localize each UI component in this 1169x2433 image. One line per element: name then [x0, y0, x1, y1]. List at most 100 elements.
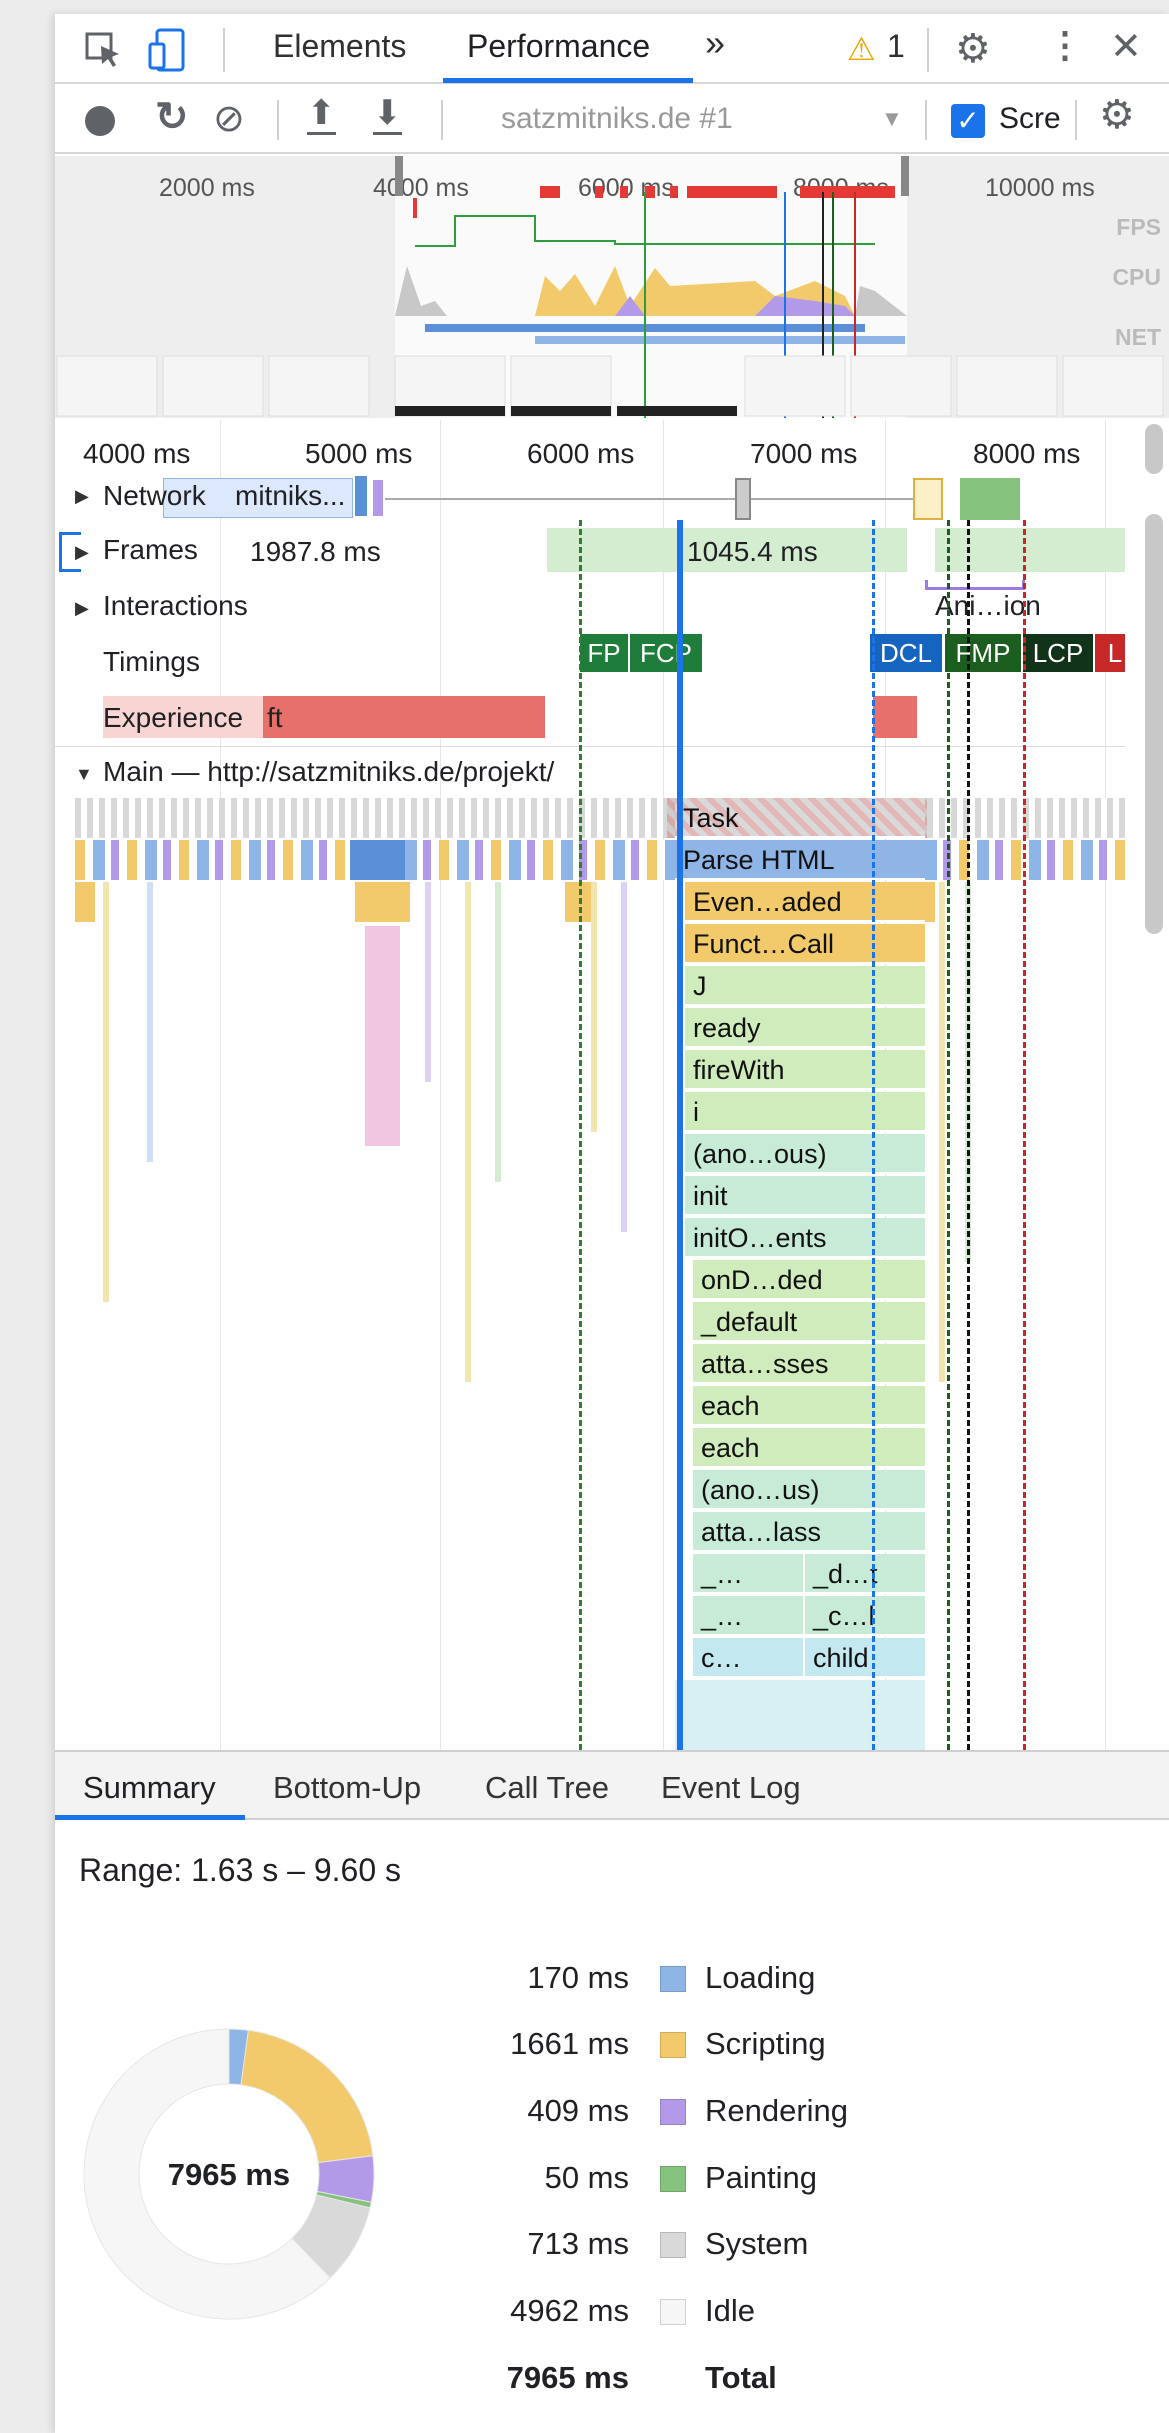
flame-chart[interactable]: 4000 ms 5000 ms 6000 ms 7000 ms 8000 ms …	[55, 420, 1125, 1750]
interactions-track-label[interactable]: Interactions	[103, 590, 248, 622]
frame-duration[interactable]: 1045.4 ms	[687, 536, 818, 568]
call-frame[interactable]: (ano…ous)	[685, 1134, 925, 1174]
tab-performance[interactable]: Performance	[467, 28, 650, 65]
call-frame[interactable]: Parse HTML	[675, 840, 925, 880]
details-tab-bar: Summary Bottom-Up Call Tree Event Log	[55, 1750, 1169, 1820]
main-track-scrollbar[interactable]	[1145, 514, 1163, 934]
legend-name: System	[705, 2226, 809, 2261]
playhead-marker[interactable]	[677, 520, 683, 1750]
more-options-icon[interactable]: ⋮	[1047, 24, 1083, 66]
active-details-tab-indicator	[55, 1815, 245, 1820]
legend-value: 50 ms	[544, 2160, 629, 2195]
warning-count[interactable]: 1	[887, 28, 905, 65]
painting-swatch	[660, 2166, 686, 2192]
expand-interactions-icon[interactable]: ▶	[75, 598, 89, 619]
call-frame[interactable]: ready	[685, 1008, 925, 1048]
legend-name: Painting	[705, 2160, 818, 2195]
call-frame[interactable]: _default	[693, 1302, 925, 1342]
tab-summary[interactable]: Summary	[83, 1770, 216, 1806]
load-profile-icon[interactable]: ⬆	[307, 94, 336, 135]
experience-track-label[interactable]: Experience	[103, 702, 243, 734]
tab-event-log[interactable]: Event Log	[661, 1770, 801, 1806]
lcp-marker[interactable]: LCP	[1023, 634, 1093, 672]
legend-row-scripting: 1661 ms Scripting	[55, 2026, 1169, 2066]
flame-chart-scrollbar[interactable]	[1145, 424, 1163, 474]
rendering-swatch	[660, 2099, 686, 2125]
main-thread-label[interactable]: Main — http://satzmitniks.de/projekt/	[103, 756, 554, 788]
legend-row-loading: 170 ms Loading	[55, 1960, 1169, 2000]
legend-row-system: 713 ms System	[55, 2226, 1169, 2266]
screenshots-checkbox[interactable]: ✓	[951, 104, 985, 138]
call-frame[interactable]: Even…aded	[685, 882, 925, 922]
inspect-element-icon[interactable]	[83, 30, 123, 70]
fmp-marker[interactable]: FMP	[945, 634, 1021, 672]
device-toolbar-icon[interactable]	[147, 28, 191, 72]
collapse-main-icon[interactable]: ▼	[75, 764, 93, 785]
fcp-marker[interactable]: FCP	[630, 634, 702, 672]
call-frame[interactable]: _…	[693, 1554, 803, 1594]
frames-track-label[interactable]: Frames	[103, 534, 198, 566]
call-frame[interactable]: initO…ents	[685, 1218, 925, 1258]
ruler-tick: 5000 ms	[305, 438, 413, 469]
call-frame[interactable]: onD…ded	[693, 1260, 925, 1300]
network-request-label: mitniks...	[235, 480, 346, 511]
legend-total-value: 7965 ms	[506, 2360, 629, 2395]
chevron-down-icon[interactable]: ▼	[881, 106, 903, 132]
legend-row-rendering: 409 ms Rendering	[55, 2093, 1169, 2133]
call-frame[interactable]: J	[685, 966, 925, 1006]
call-frame[interactable]: Funct…Call	[685, 924, 925, 964]
recording-select[interactable]: satzmitniks.de #1	[501, 102, 733, 136]
call-frame[interactable]: c…	[693, 1638, 803, 1678]
capture-settings-gear-icon[interactable]: ⚙	[1099, 92, 1135, 138]
network-track-label[interactable]: Network	[103, 480, 206, 512]
expand-network-icon[interactable]: ▶	[75, 486, 89, 507]
legend-name: Scripting	[705, 2026, 826, 2061]
legend-name: Idle	[705, 2293, 755, 2328]
call-frame[interactable]: _c…l	[805, 1596, 925, 1636]
legend-value: 409 ms	[527, 2093, 629, 2128]
record-button[interactable]	[85, 106, 115, 136]
overview-graphs	[56, 156, 1164, 418]
layout-shift-label: ft	[267, 702, 283, 733]
call-frame[interactable]: each	[693, 1386, 925, 1426]
more-tabs-button[interactable]: »	[705, 22, 725, 64]
performance-toolbar: ↻ ⊘ ⬆ ⬇ satzmitniks.de #1 ▼ ✓ Scre ⚙	[55, 86, 1169, 154]
tab-elements[interactable]: Elements	[273, 28, 406, 65]
close-icon[interactable]: ✕	[1110, 24, 1142, 69]
reload-record-icon[interactable]: ↻	[155, 94, 189, 140]
call-frame[interactable]: fireWith	[685, 1050, 925, 1090]
call-frame[interactable]: atta…lass	[693, 1512, 925, 1552]
ruler-tick: 7000 ms	[750, 438, 858, 469]
fp-marker[interactable]: FP	[580, 634, 628, 672]
ruler-tick: 4000 ms	[83, 438, 191, 469]
call-frame[interactable]: (ano…us)	[693, 1470, 925, 1510]
legend-row-total: 7965 ms Total	[55, 2360, 1169, 2400]
warning-icon[interactable]: ⚠	[847, 30, 876, 68]
call-frame[interactable]: Task	[675, 798, 925, 838]
tab-call-tree[interactable]: Call Tree	[485, 1770, 609, 1806]
legend-value: 4962 ms	[510, 2293, 629, 2328]
load-marker[interactable]: L	[1095, 634, 1125, 672]
call-frame[interactable]: each	[693, 1428, 925, 1468]
timings-track-label: Timings	[103, 646, 200, 677]
legend-row-painting: 50 ms Painting	[55, 2160, 1169, 2200]
ruler-tick: 6000 ms	[527, 438, 635, 469]
settings-gear-icon[interactable]: ⚙	[955, 26, 991, 72]
timeline-overview[interactable]: 2000 ms 4000 ms 6000 ms 8000 ms 10000 ms…	[55, 156, 1169, 418]
devtools-panel: Elements Performance » ⚠ 1 ⚙ ⋮ ✕ ↻ ⊘ ⬆ ⬇…	[55, 14, 1169, 2433]
layout-shift-bar[interactable]	[873, 696, 917, 738]
call-frame[interactable]: init	[685, 1176, 925, 1216]
dcl-marker[interactable]: DCL	[870, 634, 942, 672]
legend-name: Rendering	[705, 2093, 849, 2128]
call-frame[interactable]: atta…sses	[693, 1344, 925, 1384]
call-frame[interactable]: _d…t	[805, 1554, 925, 1594]
clear-icon[interactable]: ⊘	[213, 96, 245, 141]
call-frame[interactable]: i	[685, 1092, 925, 1132]
tab-bottom-up[interactable]: Bottom-Up	[273, 1770, 421, 1806]
frame-duration[interactable]: 1987.8 ms	[250, 536, 381, 568]
legend-row-idle: 4962 ms Idle	[55, 2293, 1169, 2333]
call-frame[interactable]: _…	[693, 1596, 803, 1636]
save-profile-icon[interactable]: ⬇	[373, 94, 402, 135]
legend-value: 1661 ms	[510, 2026, 629, 2061]
call-frame[interactable]: child	[805, 1638, 925, 1678]
